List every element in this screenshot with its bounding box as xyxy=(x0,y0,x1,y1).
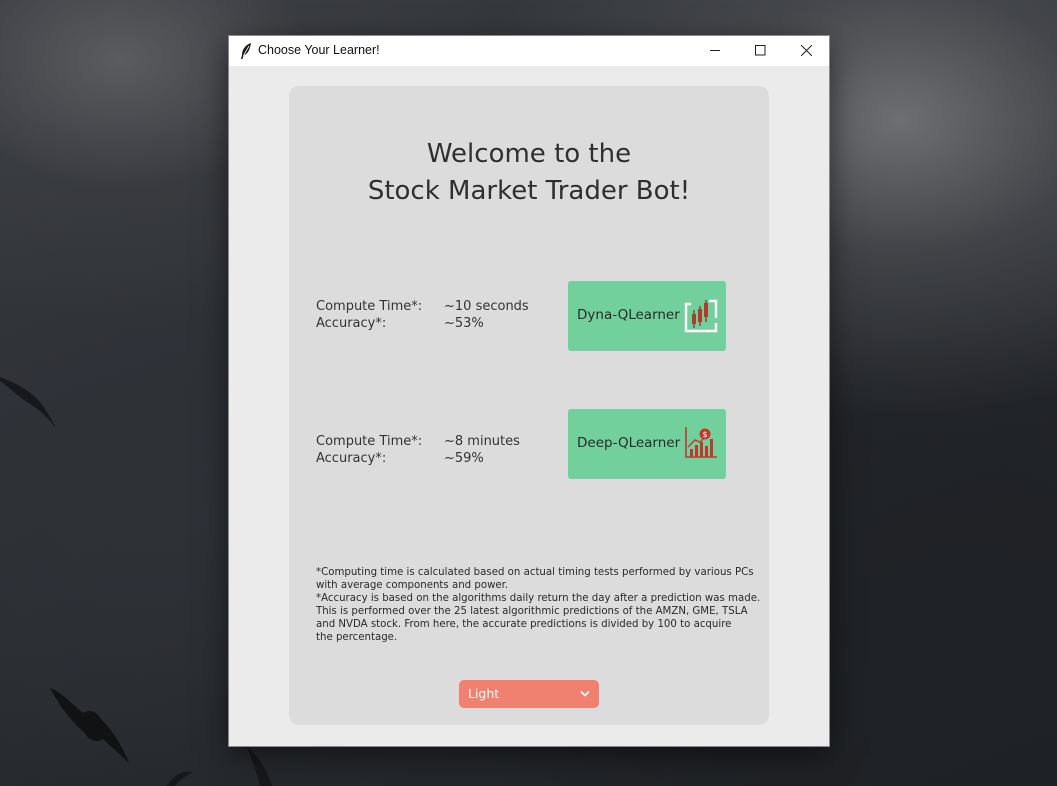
footnote-line: the percentage. xyxy=(316,632,398,643)
accuracy-value: ~53% xyxy=(444,316,484,331)
bird-silhouette-icon xyxy=(0,377,56,428)
minimize-icon xyxy=(710,50,720,51)
bird-silhouette-icon xyxy=(246,744,272,786)
bird-silhouette-icon xyxy=(167,771,193,786)
feather-icon xyxy=(241,43,251,59)
dollar-growth-chart-icon: $ xyxy=(685,427,717,458)
welcome-line-2: Stock Market Trader Bot! xyxy=(367,176,691,206)
candlestick-chart-icon xyxy=(684,299,718,333)
deep-qlearner-label: Deep-QLearner xyxy=(577,435,681,451)
theme-selected-value: Light xyxy=(468,686,500,701)
desktop-background: Choose Your Learner! Welcome to the Stoc… xyxy=(0,0,1057,786)
compute-time-label: Compute Time*: xyxy=(316,434,423,449)
footnote-line: This is performed over the 25 latest alg… xyxy=(316,606,748,617)
footnote-line: *Accuracy is based on the algorithms dai… xyxy=(316,593,761,604)
title-bar[interactable]: Choose Your Learner! xyxy=(229,36,829,66)
minimize-button[interactable] xyxy=(692,36,738,66)
bird-silhouette-icon xyxy=(50,688,129,763)
compute-time-value: ~8 minutes xyxy=(444,434,520,449)
maximize-icon xyxy=(755,45,766,56)
dyna-qlearner-button[interactable]: Dyna-QLearner xyxy=(568,281,726,351)
app-window: Choose Your Learner! Welcome to the Stoc… xyxy=(229,36,829,746)
maximize-button[interactable] xyxy=(737,36,783,66)
svg-text:$: $ xyxy=(702,430,707,439)
accuracy-label: Accuracy*: xyxy=(316,316,387,331)
accuracy-label: Accuracy*: xyxy=(316,451,387,466)
window-title: Choose Your Learner! xyxy=(258,43,380,57)
accuracy-value: ~59% xyxy=(444,451,484,466)
dyna-qlearner-label: Dyna-QLearner xyxy=(577,307,680,323)
welcome-heading: Welcome to the Stock Market Trader Bot! xyxy=(289,136,769,210)
chevron-down-icon xyxy=(580,691,590,697)
footnotes: *Computing time is calculated based on a… xyxy=(316,566,761,644)
close-button[interactable] xyxy=(783,36,829,66)
main-panel: Welcome to the Stock Market Trader Bot! … xyxy=(289,86,769,725)
footnote-line: and NVDA stock. From here, the accurate … xyxy=(316,619,732,630)
theme-dropdown[interactable]: Light xyxy=(459,680,599,708)
footnote-line: *Computing time is calculated based on a… xyxy=(316,567,754,578)
close-icon xyxy=(801,45,812,56)
compute-time-value: ~10 seconds xyxy=(444,299,529,314)
deep-qlearner-button[interactable]: Deep-QLearner $ xyxy=(568,409,726,479)
compute-time-label: Compute Time*: xyxy=(316,299,423,314)
footnote-line: with average components and power. xyxy=(316,580,509,591)
welcome-line-1: Welcome to the xyxy=(426,139,632,169)
